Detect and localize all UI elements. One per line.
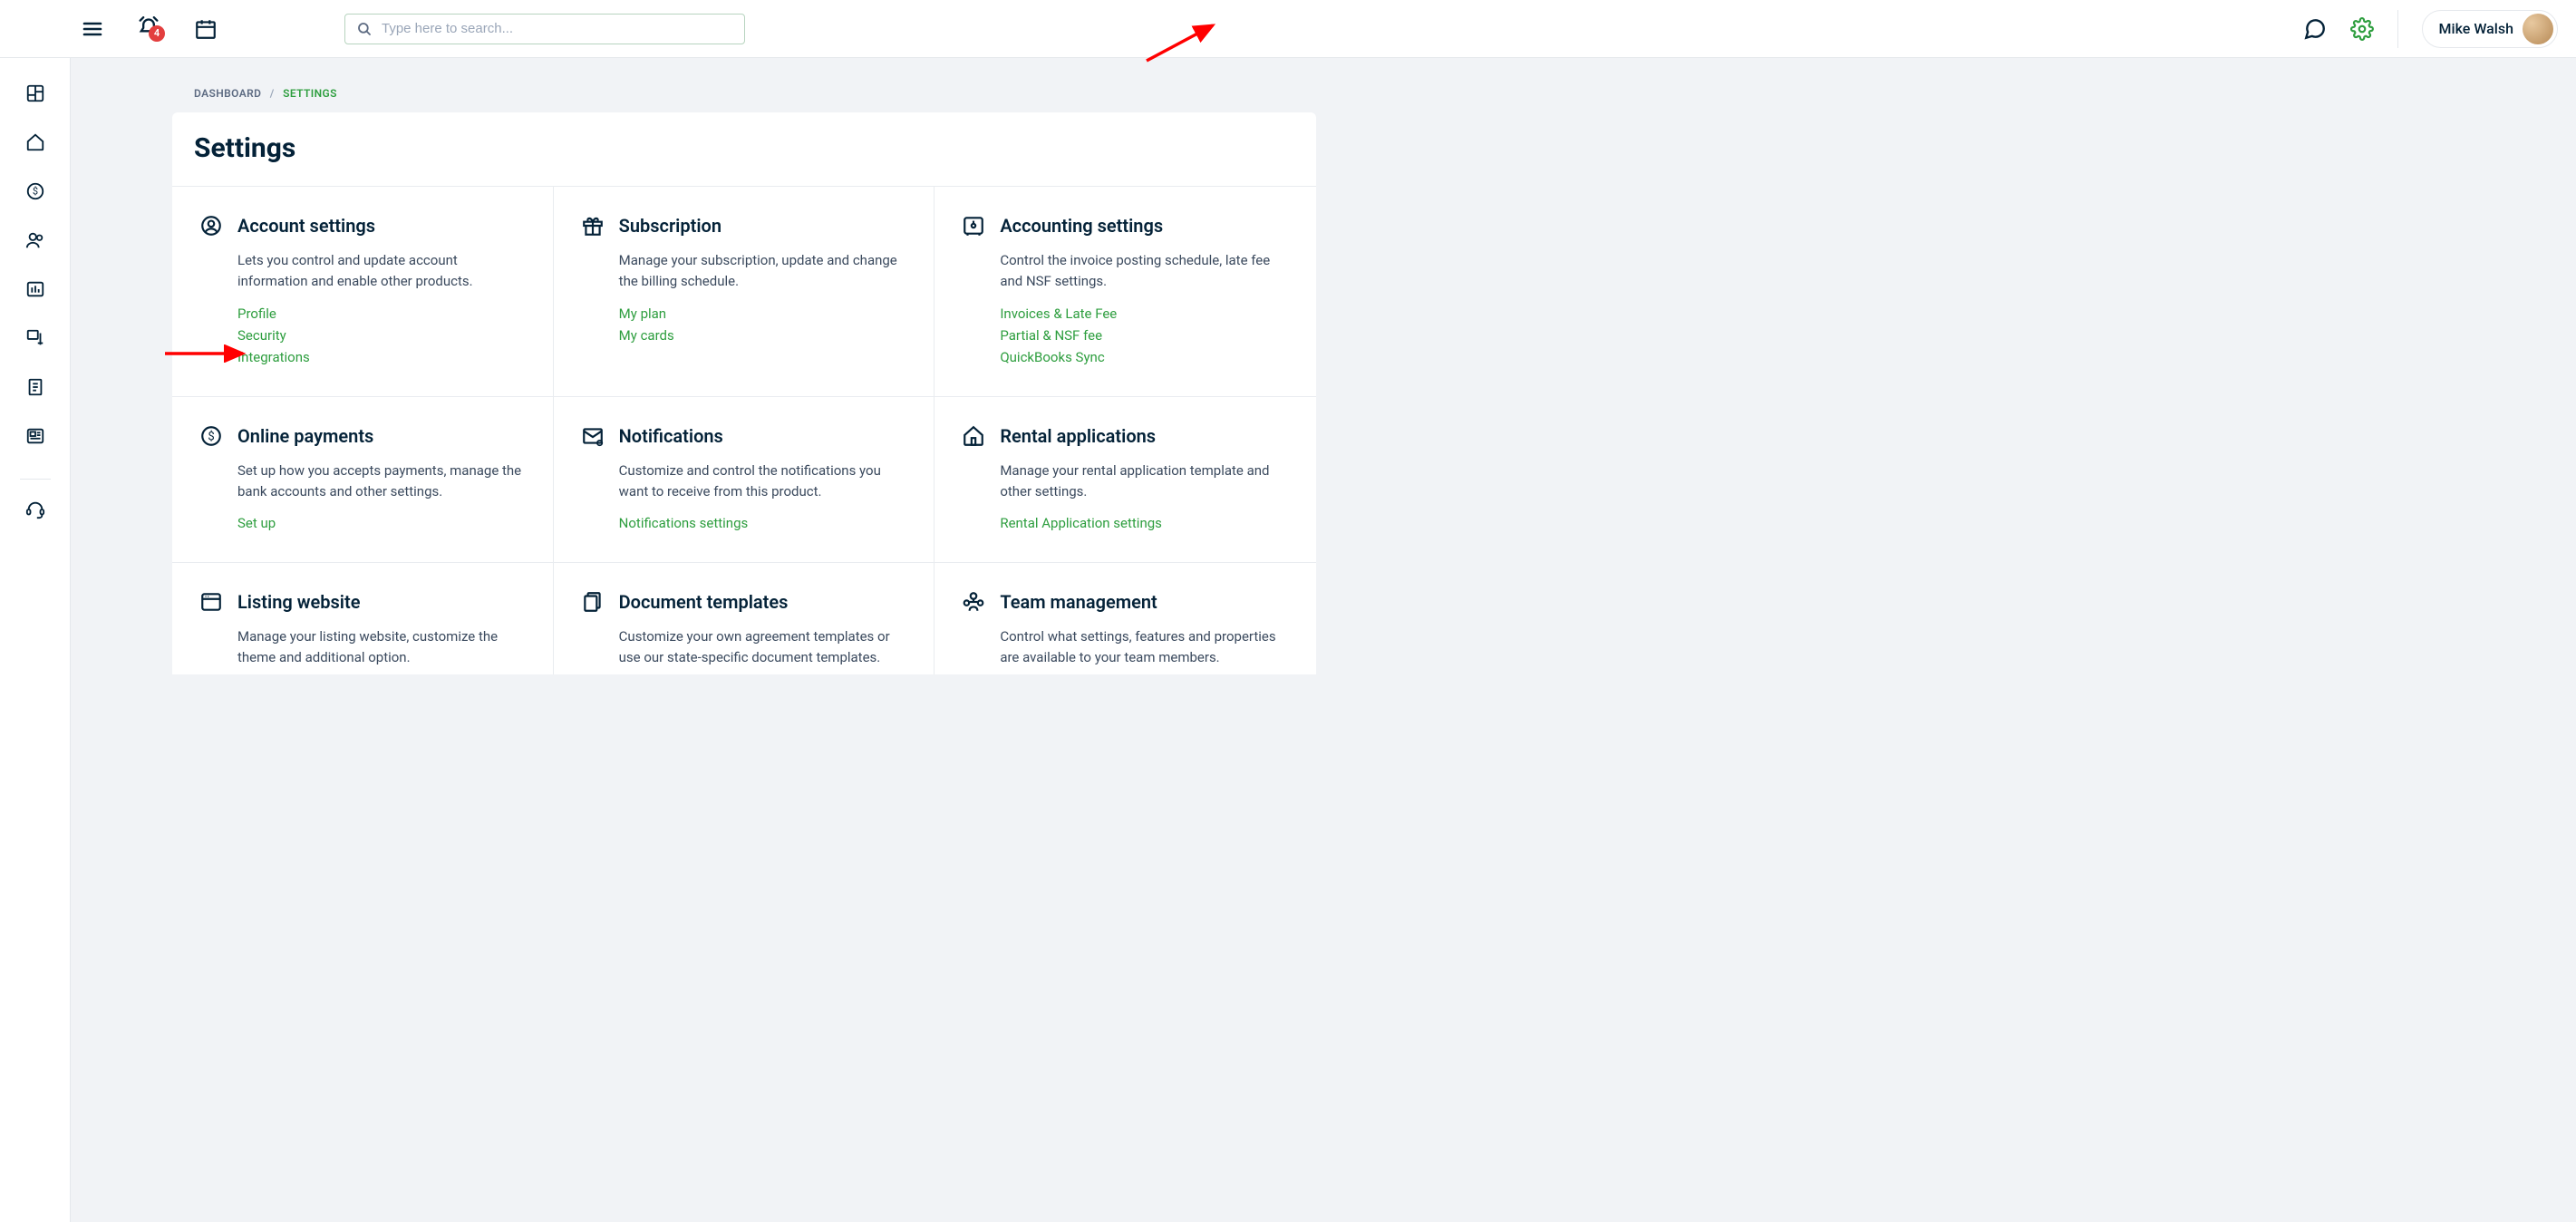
section-description: Manage your listing website, customize t… — [237, 626, 526, 669]
section-description: Control what settings, features and prop… — [1000, 626, 1289, 669]
section-subscription: Subscription Manage your subscription, u… — [554, 187, 935, 397]
section-document-templates: Document templates Customize your own ag… — [554, 563, 935, 674]
top-header: 4 Mike Walsh — [0, 0, 2576, 58]
sidebar-item-reports[interactable] — [25, 279, 45, 303]
settings-gear-button[interactable] — [2350, 17, 2374, 41]
sidebar-item-dashboard[interactable] — [25, 83, 45, 107]
section-description: Set up how you accepts payments, manage … — [237, 461, 526, 503]
user-name-label: Mike Walsh — [2439, 20, 2513, 37]
search-icon — [356, 21, 373, 37]
section-title: Rental applications — [1000, 425, 1156, 447]
notifications-button[interactable]: 4 — [136, 16, 161, 42]
breadcrumb-current: SETTINGS — [283, 87, 337, 100]
sidebar-item-maintenance[interactable] — [25, 328, 45, 352]
browser-icon — [199, 590, 223, 614]
svg-text:$: $ — [32, 186, 37, 198]
section-title: Team management — [1000, 591, 1157, 613]
header-right-group: Mike Walsh — [2303, 10, 2558, 48]
link-my-cards[interactable]: My cards — [619, 327, 907, 344]
section-online-payments: $ Online payments Set up how you accepts… — [172, 397, 554, 564]
sidebar-item-transactions[interactable]: $ — [25, 181, 45, 205]
section-title: Account settings — [237, 215, 375, 237]
sidebar-item-news[interactable] — [25, 426, 45, 450]
section-description: Customize and control the notifications … — [619, 461, 907, 503]
section-description: Lets you control and update account info… — [237, 250, 526, 293]
breadcrumb-separator: / — [270, 87, 275, 100]
settings-grid: Account settings Lets you control and up… — [172, 187, 1316, 674]
link-partial-nsf-fee[interactable]: Partial & NSF fee — [1000, 327, 1289, 344]
sidebar-item-people[interactable] — [25, 230, 45, 254]
breadcrumb: DASHBOARD / SETTINGS — [194, 87, 1316, 100]
settings-card: Settings Account settings Lets you contr… — [172, 112, 1316, 674]
dollar-circle-icon: $ — [199, 424, 223, 448]
avatar — [2523, 14, 2553, 44]
header-left-group: 4 — [82, 16, 218, 42]
link-profile[interactable]: Profile — [237, 306, 526, 322]
link-security[interactable]: Security — [237, 327, 526, 344]
header-divider — [2397, 10, 2398, 48]
user-menu[interactable]: Mike Walsh — [2422, 10, 2558, 48]
section-title: Notifications — [619, 425, 723, 447]
section-notifications: Notifications Customize and control the … — [554, 397, 935, 564]
section-rental-applications: Rental applications Manage your rental a… — [935, 397, 1316, 564]
section-description: Control the invoice posting schedule, la… — [1000, 250, 1289, 293]
link-notifications-settings[interactable]: Notifications settings — [619, 515, 907, 531]
section-title: Subscription — [619, 215, 721, 237]
person-circle-icon — [199, 214, 223, 238]
section-listing-website: Listing website Manage your listing webs… — [172, 563, 554, 674]
section-title: Online payments — [237, 425, 373, 447]
documents-icon — [581, 590, 605, 614]
link-quickbooks-sync[interactable]: QuickBooks Sync — [1000, 349, 1289, 365]
main-area: DASHBOARD / SETTINGS Settings Account se… — [71, 58, 1418, 674]
link-my-plan[interactable]: My plan — [619, 306, 907, 322]
chat-button[interactable] — [2303, 17, 2327, 41]
mail-gear-icon — [581, 424, 605, 448]
sidebar-item-home[interactable] — [25, 132, 45, 156]
link-set-up[interactable]: Set up — [237, 515, 526, 531]
notification-badge: 4 — [149, 25, 165, 42]
left-sidebar: $ — [0, 58, 71, 1222]
calendar-button[interactable] — [194, 17, 218, 41]
section-account-settings: Account settings Lets you control and up… — [172, 187, 554, 397]
section-description: Manage your rental application template … — [1000, 461, 1289, 503]
vault-icon — [962, 214, 985, 238]
svg-text:$: $ — [208, 430, 214, 443]
section-description: Customize your own agreement templates o… — [619, 626, 907, 669]
section-title: Document templates — [619, 591, 789, 613]
breadcrumb-root[interactable]: DASHBOARD — [194, 87, 261, 100]
search-input[interactable] — [382, 21, 733, 36]
link-rental-application-settings[interactable]: Rental Application settings — [1000, 515, 1289, 531]
search-box[interactable] — [344, 14, 745, 44]
page-title: Settings — [194, 132, 1294, 164]
gift-icon — [581, 214, 605, 238]
section-accounting-settings: Accounting settings Control the invoice … — [935, 187, 1316, 397]
section-team-management: Team management Control what settings, f… — [935, 563, 1316, 674]
sidebar-item-files[interactable] — [25, 377, 45, 401]
sidebar-separator — [20, 479, 51, 480]
section-description: Manage your subscription, update and cha… — [619, 250, 907, 293]
link-integrations[interactable]: Integrations — [237, 349, 526, 365]
link-invoices-late-fee[interactable]: Invoices & Late Fee — [1000, 306, 1289, 322]
card-header: Settings — [172, 112, 1316, 187]
sidebar-item-support[interactable] — [25, 499, 45, 523]
menu-button[interactable] — [82, 18, 103, 40]
house-icon — [962, 424, 985, 448]
section-title: Listing website — [237, 591, 360, 613]
team-icon — [962, 590, 985, 614]
section-title: Accounting settings — [1000, 215, 1163, 237]
